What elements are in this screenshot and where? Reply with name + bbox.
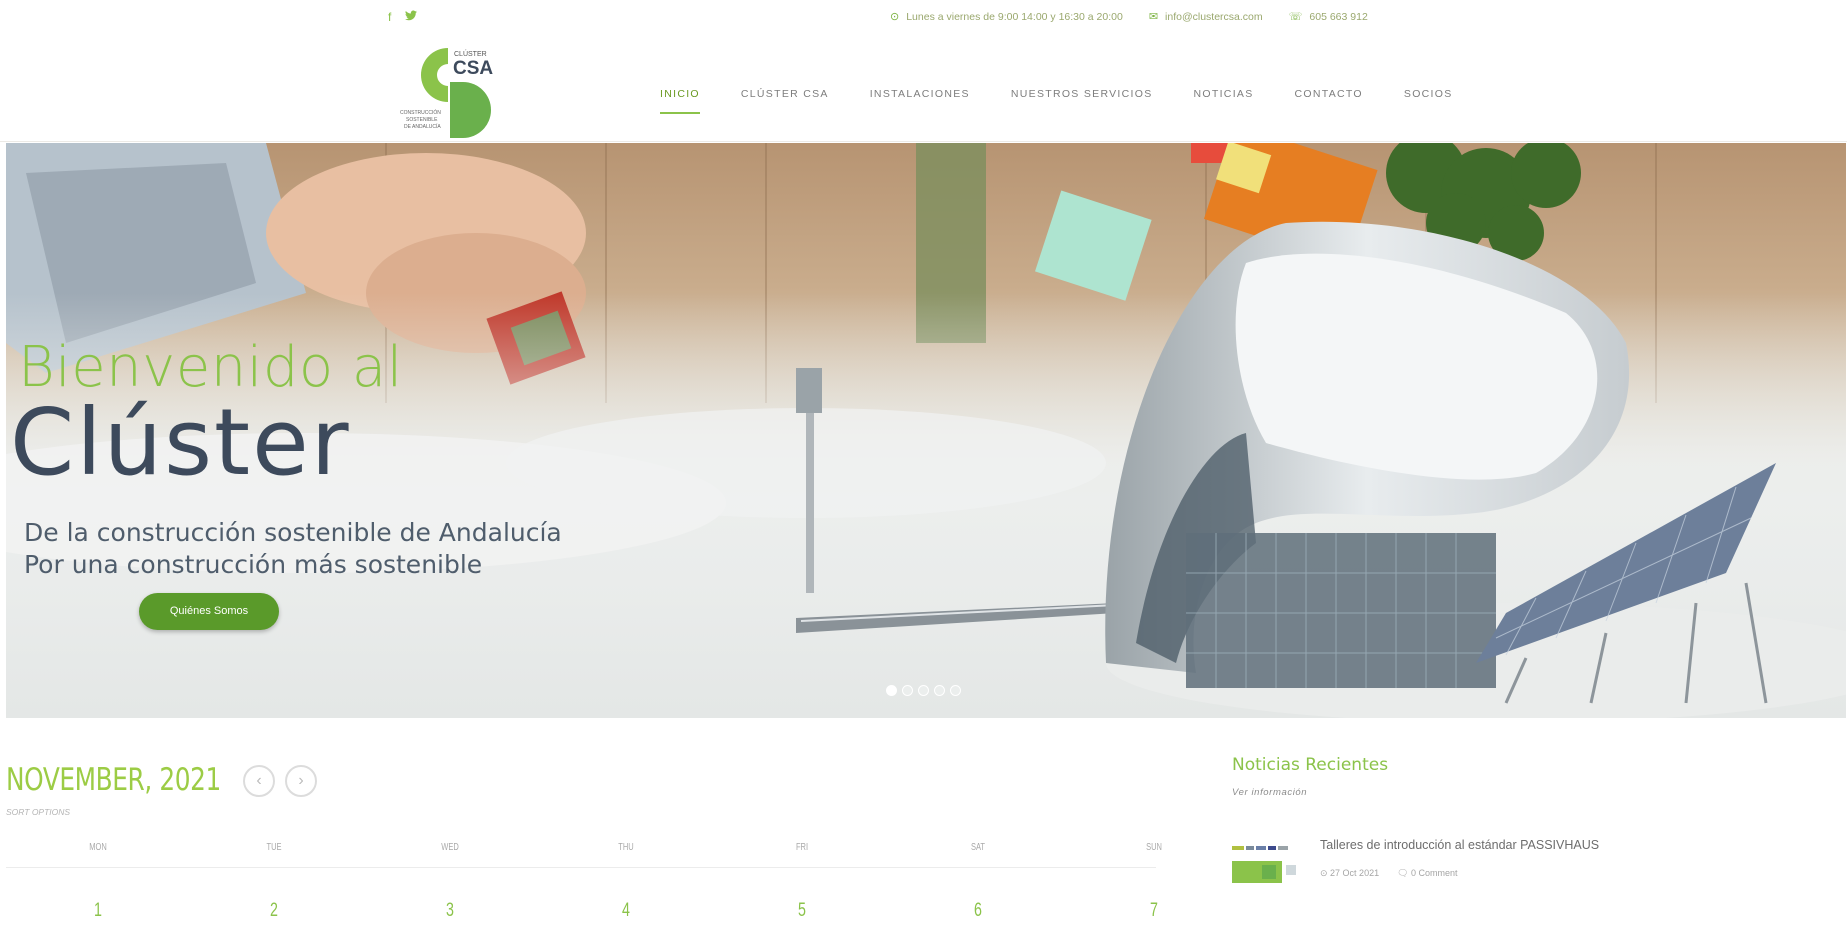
news-date: ⊙ 27 Oct 2021 [1320, 868, 1379, 879]
logo-top-text: CLÚSTER [454, 49, 487, 58]
calendar-day[interactable]: 5 [780, 900, 825, 922]
calendar-weekday-header: MON TUE WED THU FRI SAT SUN [6, 838, 1162, 868]
hero-subtitle: De la construcción sostenible de Andaluc… [24, 517, 562, 581]
slider-dot-3[interactable] [918, 685, 929, 696]
hero-slider: Bienvenido al Clúster De la construcción… [6, 143, 1846, 718]
logo-subtitle-2: SOSTENIBLE [406, 117, 438, 123]
calendar-day[interactable]: 4 [604, 900, 649, 922]
news-comments-text[interactable]: 0 Comment [1411, 868, 1458, 878]
calendar-prev-button[interactable]: ‹ [243, 765, 275, 797]
weekday-label: SUN [1146, 842, 1162, 853]
sort-options-link[interactable]: SORT OPTIONS [6, 807, 70, 817]
envelope-icon: ✉ [1148, 11, 1159, 23]
calendar-next-button[interactable]: › [285, 765, 317, 797]
main-nav: INICIO CLÚSTER CSA INSTALACIONES NUESTRO… [660, 88, 1453, 114]
comment-icon: 🗨 [1397, 868, 1412, 878]
news-date-text: 27 Oct 2021 [1330, 868, 1380, 878]
clock-icon: ⊙ [1320, 868, 1331, 878]
weekday-label: THU [618, 842, 634, 853]
email-info[interactable]: ✉ info@clustercsa.com [1148, 10, 1263, 24]
hero-subtitle-line2: Por una construcción más sostenible [24, 550, 483, 579]
phone-link[interactable]: 605 663 912 [1309, 11, 1367, 23]
site-logo[interactable]: CLÚSTER CSA CONSTRUCCIÓN SOSTENIBLE DE A… [398, 44, 513, 140]
nav-socios[interactable]: SOCIOS [1404, 88, 1453, 114]
phone-icon: ☏ [1288, 11, 1303, 23]
nav-instalaciones[interactable]: INSTALACIONES [870, 88, 970, 114]
weekday-label: WED [441, 842, 459, 853]
clock-icon: ⊙ [890, 11, 900, 23]
hero-title-line2: Clúster [10, 389, 351, 496]
weekday-label: SAT [970, 842, 986, 853]
slider-dot-1[interactable] [886, 685, 897, 696]
nav-noticias[interactable]: NOTICIAS [1194, 88, 1254, 114]
calendar-day[interactable]: 3 [428, 900, 473, 922]
logo-subtitle-1: CONSTRUCCIÓN [400, 109, 441, 116]
twitter-icon[interactable] [405, 10, 418, 24]
phone-info[interactable]: ☏ 605 663 912 [1288, 10, 1368, 24]
facebook-icon[interactable]: f [388, 10, 391, 24]
news-item-title[interactable]: Talleres de introducción al estándar PAS… [1320, 838, 1599, 852]
nav-contacto[interactable]: CONTACTO [1295, 88, 1363, 114]
slider-dot-2[interactable] [902, 685, 913, 696]
site-header: CLÚSTER CSA CONSTRUCCIÓN SOSTENIBLE DE A… [0, 34, 1847, 142]
slider-pagination [886, 685, 961, 696]
calendar-day[interactable]: 6 [956, 900, 1001, 922]
top-bar: f ⊙ Lunes a viernes de 9:00 14:00 y 16:3… [0, 0, 1847, 34]
weekday-label: MON [89, 842, 107, 853]
weekday-label: FRI [795, 842, 809, 853]
nav-nuestros-servicios[interactable]: NUESTROS SERVICIOS [1011, 88, 1153, 114]
contact-info: ⊙ Lunes a viernes de 9:00 14:00 y 16:30 … [890, 10, 1368, 24]
email-link[interactable]: info@clustercsa.com [1165, 11, 1263, 23]
calendar-day[interactable]: 7 [1132, 900, 1177, 922]
logo-subtitle-3: DE ANDALUCÍA [404, 123, 441, 130]
social-links: f [388, 10, 418, 24]
news-comments[interactable]: 🗨 0 Comment [1397, 868, 1457, 879]
news-thumbnail[interactable] [1232, 843, 1302, 883]
nav-cluster-csa[interactable]: CLÚSTER CSA [741, 88, 829, 114]
ver-informacion-link[interactable]: Ver información [1232, 787, 1307, 798]
slider-dot-4[interactable] [934, 685, 945, 696]
hours-text: Lunes a viernes de 9:00 14:00 y 16:30 a … [906, 10, 1123, 23]
slider-dot-5[interactable] [950, 685, 961, 696]
nav-inicio[interactable]: INICIO [660, 88, 700, 114]
quienes-somos-button[interactable]: Quiénes Somos [139, 593, 279, 630]
logo-brand: CSA [453, 58, 493, 79]
recent-news-title: Noticias Recientes [1232, 755, 1389, 775]
calendar-day[interactable]: 1 [76, 900, 121, 922]
news-item-meta: ⊙ 27 Oct 2021 🗨 0 Comment [1320, 868, 1458, 879]
calendar-day[interactable]: 2 [252, 900, 297, 922]
hours-info: ⊙ Lunes a viernes de 9:00 14:00 y 16:30 … [890, 10, 1123, 24]
weekday-label: TUE [266, 842, 282, 853]
hero-subtitle-line1: De la construcción sostenible de Andaluc… [24, 518, 562, 547]
calendar-month-title: NOVEMBER, 2021 [6, 762, 221, 798]
